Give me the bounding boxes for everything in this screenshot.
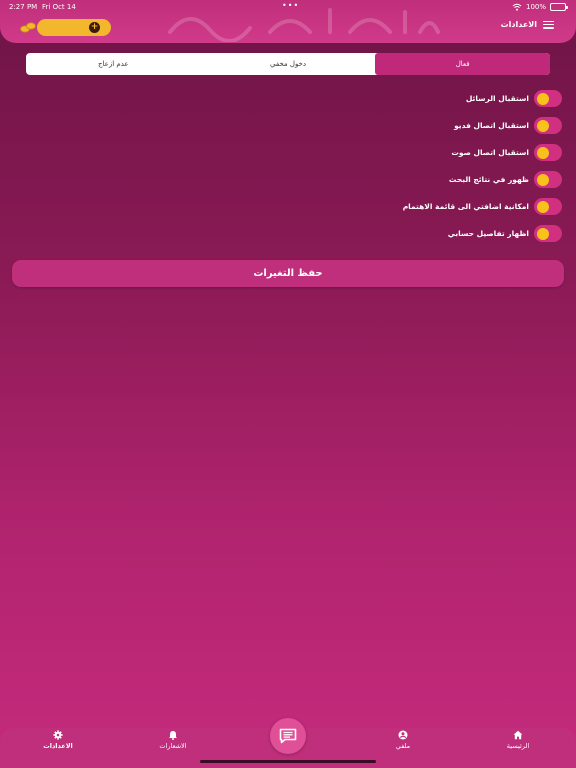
nav-label-profile: ملفي: [395, 742, 411, 750]
wifi-icon: [512, 3, 522, 11]
settings-toggle-list: استقبال الرسائل استقبال اتصال فديو استقب…: [262, 85, 562, 247]
status-indicators: 100%: [512, 3, 568, 11]
profile-icon: [398, 730, 408, 740]
hamburger-menu-icon[interactable]: [543, 20, 554, 29]
search-visibility-toggle[interactable]: [534, 171, 562, 188]
receive-messages-toggle[interactable]: [534, 90, 562, 107]
tab-hidden-login[interactable]: دخول مخفي: [201, 53, 376, 75]
toggle-label: استقبال اتصال فديو: [454, 121, 529, 130]
toggle-label: استقبال اتصال صوت: [451, 148, 529, 157]
toggle-row-receive-messages: استقبال الرسائل: [262, 85, 562, 112]
battery-icon: [550, 3, 568, 11]
add-coins-button[interactable]: +: [89, 22, 100, 33]
status-bar-overlay: 2:27 PM Fri Oct 14 ••• 100%: [0, 0, 576, 14]
toggle-row-voice-calls: استقبال اتصال صوت: [262, 139, 562, 166]
nav-item-profile[interactable]: ملفي: [373, 730, 433, 750]
video-calls-toggle[interactable]: [534, 117, 562, 134]
battery-percent: 100%: [525, 3, 546, 11]
tab-do-not-disturb[interactable]: عدم ازعاج: [26, 53, 201, 75]
toggle-row-video-calls: استقبال اتصال فديو: [262, 112, 562, 139]
page-title: الاعدادات: [500, 20, 537, 29]
nav-item-settings[interactable]: الاعدادات: [28, 730, 88, 750]
toggle-row-search-visibility: ظهور في نتائج البحث: [262, 166, 562, 193]
save-changes-button[interactable]: حفظ التغيرات: [12, 260, 564, 287]
nav-label-home: الرئيسية: [506, 742, 530, 750]
home-icon: [513, 730, 523, 740]
toggle-row-interest-list: امكانية اضافتي الى قائمة الاهتمام: [262, 193, 562, 220]
chat-fab-button[interactable]: [270, 718, 306, 754]
chat-message-icon: [279, 728, 297, 744]
nav-label-settings: الاعدادات: [43, 742, 73, 750]
nav-item-home[interactable]: الرئيسية: [488, 730, 548, 750]
status-mode-tabs: فعال دخول مخفي عدم ازعاج: [26, 53, 550, 75]
status-time-label: 2:27 PM: [9, 3, 38, 11]
multitask-dots-icon: •••: [282, 1, 300, 10]
bell-icon: [169, 731, 177, 740]
coin-balance-pill[interactable]: +: [37, 19, 111, 36]
interest-list-toggle[interactable]: [534, 198, 562, 215]
home-indicator: [200, 760, 376, 763]
toggle-label: اظهار تفاصيل حسابي: [447, 229, 529, 238]
toggle-label: استقبال الرسائل: [465, 94, 529, 103]
nav-label-notifications: الاشعارات: [159, 742, 187, 750]
nav-item-notifications[interactable]: الاشعارات: [143, 730, 203, 750]
header-title-group: الاعدادات: [501, 20, 554, 29]
gear-icon: [53, 730, 63, 740]
toggle-label: ظهور في نتائج البحث: [448, 175, 529, 184]
account-details-toggle[interactable]: [534, 225, 562, 242]
voice-calls-toggle[interactable]: [534, 144, 562, 161]
toggle-label: امكانية اضافتي الى قائمة الاهتمام: [402, 202, 529, 211]
coins-icon[interactable]: [20, 21, 36, 33]
tab-active[interactable]: فعال: [375, 53, 550, 75]
toggle-row-account-details: اظهار تفاصيل حسابي: [262, 220, 562, 247]
status-date-label: Fri Oct 14: [42, 3, 76, 11]
